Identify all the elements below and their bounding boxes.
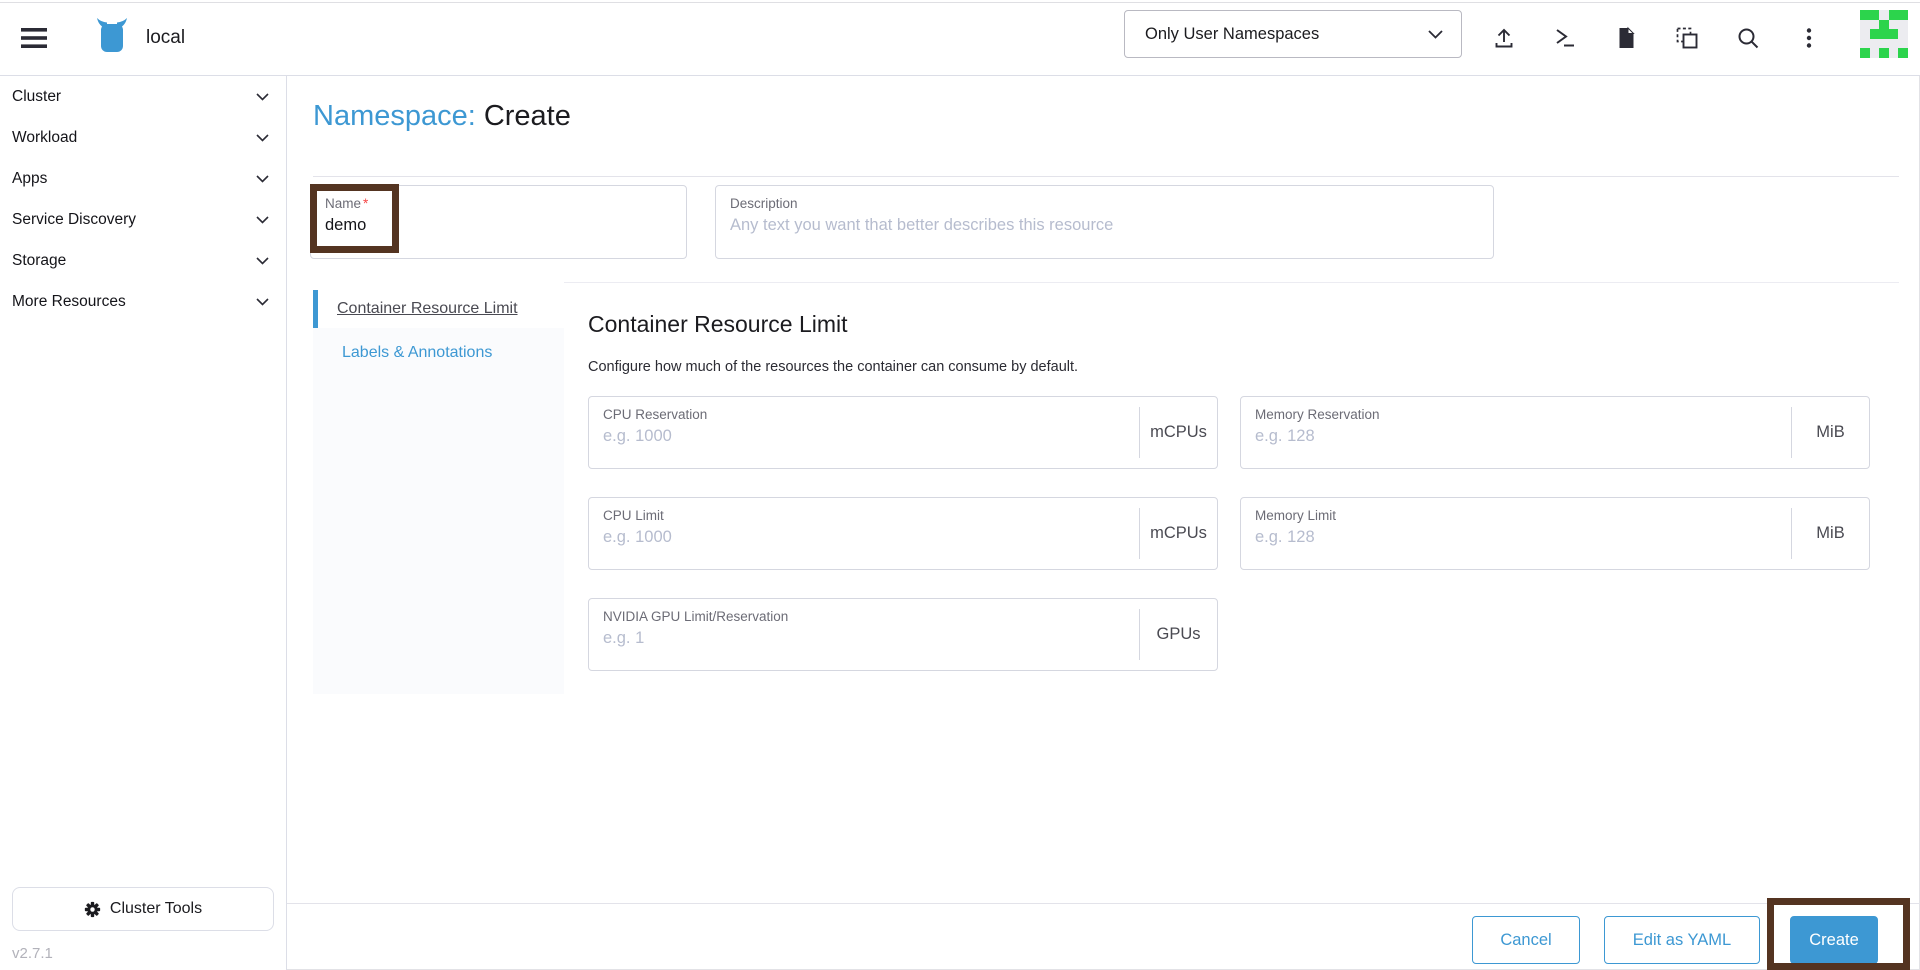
sidebar: Cluster Workload Apps Service Discovery … (0, 76, 287, 970)
resource-tabs-panel: Container Resource Limit Labels & Annota… (313, 282, 1899, 694)
sidebar-item-label: Storage (12, 251, 67, 269)
tab-label: Container Resource Limit (337, 300, 518, 317)
sidebar-item-cluster[interactable]: Cluster (0, 76, 286, 117)
chevron-down-icon (256, 256, 269, 265)
search-icon[interactable] (1736, 26, 1760, 50)
cpu-reservation-input[interactable] (603, 427, 1125, 446)
required-asterisk: * (363, 196, 369, 211)
tab-nav: Container Resource Limit Labels & Annota… (313, 282, 564, 694)
kubectl-shell-icon[interactable] (1553, 26, 1577, 50)
memory-reservation-input[interactable] (1255, 427, 1777, 446)
section-title: Container Resource Limit (588, 311, 848, 337)
name-input[interactable] (325, 216, 672, 235)
version-label: v2.7.1 (12, 945, 53, 962)
page-title-resource: Namespace: (313, 100, 476, 132)
gear-icon (84, 901, 101, 918)
memory-limit-unit: MiB (1791, 508, 1869, 559)
title-divider (313, 176, 1899, 177)
docs-icon[interactable] (1614, 26, 1638, 50)
resource-fields-grid: CPU Reservation mCPUs Memory Reservation… (588, 396, 1871, 671)
footer-divider (287, 903, 1920, 904)
sidebar-item-label: More Resources (12, 292, 126, 310)
description-field[interactable]: Description (715, 185, 1494, 259)
memory-reservation-label: Memory Reservation (1255, 407, 1380, 422)
description-field-label: Description (730, 196, 798, 211)
sidebar-item-more-resources[interactable]: More Resources (0, 281, 286, 322)
create-button[interactable]: Create (1790, 916, 1878, 964)
sidebar-item-workload[interactable]: Workload (0, 117, 286, 158)
sidebar-item-apps[interactable]: Apps (0, 158, 286, 199)
upload-icon[interactable] (1492, 26, 1516, 50)
header-icon-bar (1492, 0, 1821, 76)
memory-limit-label: Memory Limit (1255, 508, 1337, 523)
edit-as-yaml-button[interactable]: Edit as YAML (1604, 916, 1760, 964)
description-input[interactable] (730, 216, 1479, 235)
namespace-filter-dropdown[interactable]: Only User Namespaces (1124, 10, 1462, 58)
cluster-tools-button[interactable]: Cluster Tools (12, 887, 274, 931)
gpu-limit-unit: GPUs (1139, 609, 1217, 660)
gpu-limit-label: NVIDIA GPU Limit/Reservation (603, 609, 789, 624)
page-title: Namespace: Create (313, 100, 571, 133)
page-title-action: Create (483, 100, 571, 132)
cpu-reservation-unit: mCPUs (1139, 407, 1217, 458)
chevron-down-icon (1428, 29, 1443, 39)
cpu-reservation-label: CPU Reservation (603, 407, 708, 422)
tab-labels-annotations[interactable]: Labels & Annotations (342, 344, 492, 362)
top-header: local Only User Namespaces (0, 0, 1920, 76)
section-subtitle: Configure how much of the resources the … (588, 359, 1079, 375)
memory-reservation-field[interactable]: Memory Reservation MiB (1240, 396, 1870, 469)
sidebar-item-label: Workload (12, 128, 78, 146)
hamburger-menu-icon[interactable] (20, 26, 48, 50)
kebab-menu-icon[interactable] (1797, 26, 1821, 50)
gpu-limit-input[interactable] (603, 629, 1125, 648)
name-field-label: Name * (325, 196, 369, 211)
chevron-down-icon (256, 92, 269, 101)
cpu-limit-label: CPU Limit (603, 508, 664, 523)
namespace-filter-value: Only User Namespaces (1145, 24, 1320, 43)
chevron-down-icon (256, 174, 269, 183)
chevron-down-icon (256, 133, 269, 142)
cpu-reservation-field[interactable]: CPU Reservation mCPUs (588, 396, 1218, 469)
cancel-button[interactable]: Cancel (1472, 916, 1580, 964)
rancher-logo[interactable] (88, 14, 136, 62)
memory-limit-field[interactable]: Memory Limit MiB (1240, 497, 1870, 570)
memory-reservation-unit: MiB (1791, 407, 1869, 458)
sidebar-item-label: Service Discovery (12, 210, 137, 228)
tab-container-resource-limit[interactable]: Container Resource Limit (313, 290, 564, 328)
resource-copy-icon[interactable] (1675, 26, 1699, 50)
name-field[interactable]: Name * (310, 185, 687, 259)
container-resource-limit-section: Container Resource Limit Configure how m… (564, 282, 1899, 694)
gpu-limit-field[interactable]: NVIDIA GPU Limit/Reservation GPUs (588, 598, 1218, 671)
user-avatar[interactable] (1860, 10, 1908, 58)
sidebar-item-service-discovery[interactable]: Service Discovery (0, 199, 286, 240)
chevron-down-icon (256, 215, 269, 224)
chevron-down-icon (256, 297, 269, 306)
memory-limit-input[interactable] (1255, 528, 1777, 547)
cpu-limit-input[interactable] (603, 528, 1125, 547)
cpu-limit-field[interactable]: CPU Limit mCPUs (588, 497, 1218, 570)
tab-nav-rest: Labels & Annotations (313, 328, 564, 694)
sidebar-item-label: Cluster (12, 87, 62, 105)
cpu-limit-unit: mCPUs (1139, 508, 1217, 559)
sidebar-item-label: Apps (12, 169, 48, 187)
cluster-tools-label: Cluster Tools (109, 900, 203, 917)
cluster-name: local (146, 27, 186, 48)
sidebar-item-storage[interactable]: Storage (0, 240, 286, 281)
